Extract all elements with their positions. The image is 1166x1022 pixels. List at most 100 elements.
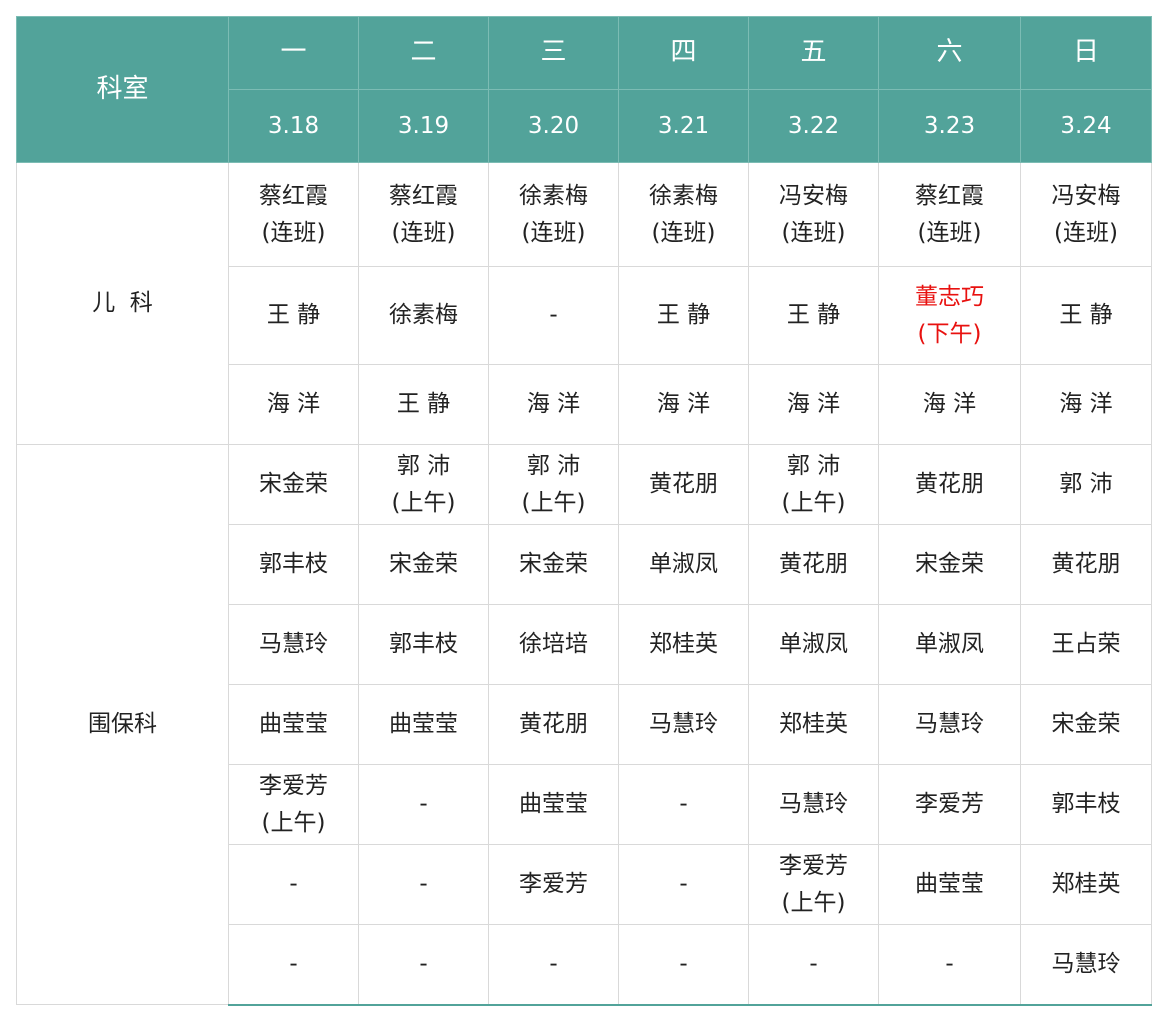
date-header: 3.22 [748,89,879,163]
schedule-cell: - [358,764,489,845]
schedule-cell: 蔡红霞 (连班) [228,162,359,267]
schedule-cell: 马慧玲 [618,684,749,765]
schedule-cell: 单淑凤 [878,604,1021,685]
schedule-cell: 徐素梅 (连班) [618,162,749,267]
staff-name: 李爱芳 [915,791,984,818]
schedule-cell: 李爱芳 (上午) [228,764,359,845]
staff-name: 李爱芳 (上午) [259,772,328,836]
staff-name: 宋金荣 [1051,711,1121,738]
staff-name: 曲莹莹 [519,791,588,818]
staff-name: 徐素梅 (连班) [649,182,718,246]
staff-name: 郭 沛 (上午) [521,452,586,516]
dept-column-header: 科室 [16,16,229,163]
schedule-cell: 李爱芳 [878,764,1021,845]
schedule-cell: 王 静 [1020,266,1152,365]
table-row: 儿 科蔡红霞 (连班) 蔡红霞 (连班) 徐素梅 (连班) 徐素梅 (连班) 冯安梅 (… [16,162,1152,445]
department-name: 儿 科 [16,162,229,445]
schedule-cell: 曲莹莹 [358,684,489,765]
staff-name: 郭丰枝 [259,551,328,578]
department-name: 围保科 [16,444,229,1005]
schedule-cell: - [488,924,619,1006]
staff-name: - [679,950,688,977]
staff-name: - [419,871,428,898]
schedule-cell: 王 静 [228,266,359,365]
staff-name: 郑桂英 [1051,871,1121,898]
schedule-cell: - [618,764,749,845]
weekday-header: 六 [878,16,1021,90]
staff-name: - [549,302,558,329]
schedule-cell: 郑桂英 [1020,844,1152,925]
schedule-cell: 马慧玲 [1020,924,1152,1006]
schedule-cell: 黄花朋 [878,444,1021,525]
table-row: 围保科 宋金荣 郭 沛 (上午) 郭 沛 (上午) 黄花朋 郭 沛 (上午) 黄花朋 郭 沛 [16,444,1152,1005]
staff-name: 蔡红霞 (连班) [389,182,458,246]
staff-name: 王占荣 [1051,631,1121,658]
staff-name: 黄花朋 [1051,551,1121,578]
staff-name: 王 静 [266,302,321,329]
staff-name: 徐素梅 [389,302,458,329]
schedule-cell: 宋金荣 [358,524,489,605]
schedule-cell: 海 洋 [618,364,749,445]
staff-name: - [419,791,428,818]
staff-name: 海 洋 [1059,391,1113,418]
schedule-cell: 李爱芳 [488,844,619,925]
date-header: 3.20 [488,89,619,163]
schedule-cell: 黄花朋 [748,524,879,605]
table-header: 科室 一 二 三 四 五 六 日 3.18 3.19 3.20 3.21 3.2… [16,16,1152,163]
staff-name: 海 洋 [786,391,841,418]
schedule-cell: 宋金荣 [228,444,359,525]
staff-name: - [809,950,818,977]
schedule-cell: 马慧玲 [878,684,1021,765]
schedule-cell: 海 洋 [748,364,879,445]
weekday-header: 二 [358,16,489,90]
schedule-cell: - [228,844,359,925]
schedule-cell: 郭 沛 (上午) [748,444,879,525]
schedule-cell: - [228,924,359,1006]
schedule-cell: 郭丰枝 [228,524,359,605]
schedule-cell: - [488,266,619,365]
schedule-cell: 蔡红霞 (连班) [358,162,489,267]
schedule-cell: 郑桂英 [748,684,879,765]
staff-name: 李爱芳 (上午) [779,852,848,916]
schedule-cell: 单淑凤 [618,524,749,605]
staff-name: 黄花朋 [779,551,848,578]
weekday-header: 四 [618,16,749,90]
staff-name: 郭丰枝 [1051,791,1121,818]
table-body: 儿 科蔡红霞 (连班) 蔡红霞 (连班) 徐素梅 (连班) 徐素梅 (连班) 冯安梅 (… [16,162,1152,1006]
staff-name: 郭 沛 (上午) [391,452,456,516]
schedule-cell: 郭丰枝 [358,604,489,685]
staff-name: 曲莹莹 [915,871,984,898]
schedule-cell: 宋金荣 [878,524,1021,605]
schedule-cell: 徐培培 [488,604,619,685]
staff-name: 宋金荣 [519,551,588,578]
staff-name: 董志巧 (下午) [915,283,984,347]
schedule-cell: 郑桂英 [618,604,749,685]
schedule-cell: 王 静 [358,364,489,445]
weekday-header: 五 [748,16,879,90]
schedule-cell: 王 静 [748,266,879,365]
weekday-row: 科室 一 二 三 四 五 六 日 [16,16,1152,163]
staff-name: - [419,950,428,977]
staff-name: 郑桂英 [779,711,848,738]
schedule-cell: 宋金荣 [1020,684,1152,765]
staff-name: 徐素梅 (连班) [519,182,588,246]
staff-name: 海 洋 [266,391,321,418]
schedule-cell: 郭丰枝 [1020,764,1152,845]
schedule-cell: 郭 沛 (上午) [358,444,489,525]
staff-name: 黄花朋 [915,471,984,498]
schedule-cell: - [878,924,1021,1006]
staff-name: 蔡红霞 (连班) [259,182,328,246]
staff-name: 郭 沛 (上午) [781,452,846,516]
staff-name: 王 静 [1059,302,1113,329]
staff-name: 海 洋 [526,391,581,418]
staff-name: 单淑凤 [915,631,984,658]
schedule-cell: 海 洋 [228,364,359,445]
schedule-cell: 蔡红霞 (连班) [878,162,1021,267]
staff-name: - [679,791,688,818]
staff-name: - [549,950,558,977]
schedule-cell: 黄花朋 [618,444,749,525]
schedule-cell: - [748,924,879,1006]
date-header: 3.18 [228,89,359,163]
staff-name: 李爱芳 [519,871,588,898]
schedule-cell: - [358,844,489,925]
